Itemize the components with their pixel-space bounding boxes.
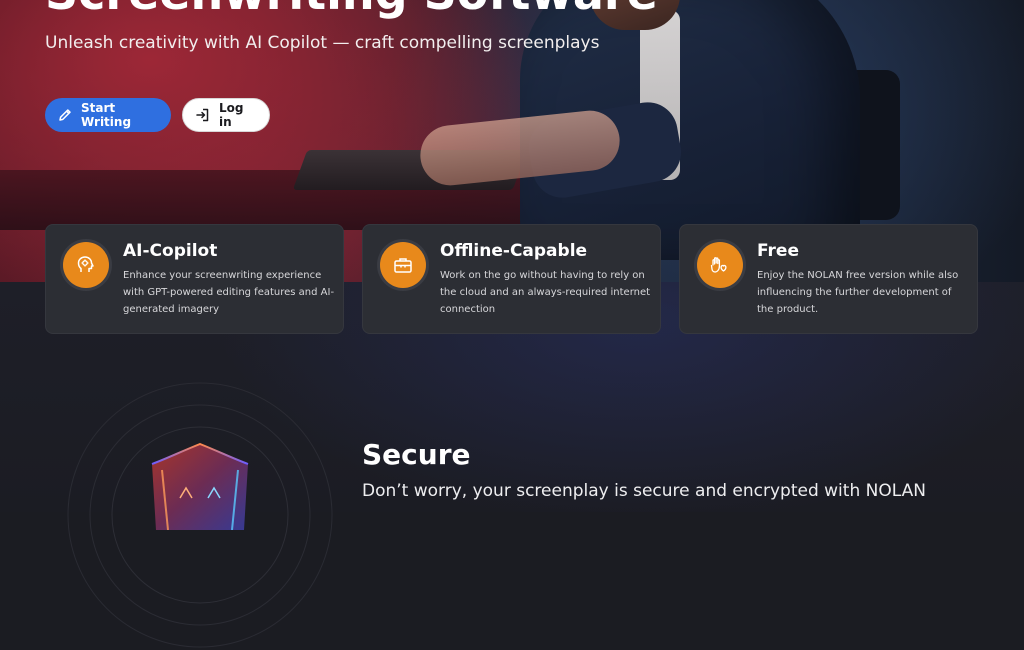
login-icon [196,108,209,122]
feature-description: Enhance your screenwriting experience wi… [123,270,335,315]
feature-description: Work on the go without having to rely on… [440,270,651,315]
feature-card-free: Free Enjoy the NOLAN free version while … [679,224,978,334]
feature-card-ai-copilot: AI-Copilot Enhance your screenwriting ex… [45,224,344,334]
feature-title: Free [757,241,799,261]
hero-title: Screenwriting Software [45,0,658,16]
feature-badge [380,242,426,288]
feature-title: Offline-Capable [440,241,588,261]
feature-badge [697,242,743,288]
brain-head-icon [77,256,94,272]
start-writing-label: Start Writing [81,101,132,129]
hero-subtitle: Unleash creativity with AI Copilot — cra… [45,33,600,53]
feature-title: AI-Copilot [123,241,218,261]
shield-icon [151,442,249,530]
hand-heart-icon [710,257,727,273]
briefcase-icon [394,258,412,273]
secure-title: Secure [362,438,471,471]
secure-description: Don’t worry, your screenplay is secure a… [362,481,926,501]
feature-card-offline-capable: Offline-Capable Work on the go without h… [362,224,661,334]
feature-badge [63,242,109,288]
pencil-icon [59,109,71,121]
feature-description: Enjoy the NOLAN free version while also … [757,270,959,315]
login-label: Log in [219,101,244,129]
start-writing-button[interactable]: Start Writing [45,98,171,132]
login-button[interactable]: Log in [182,98,270,132]
